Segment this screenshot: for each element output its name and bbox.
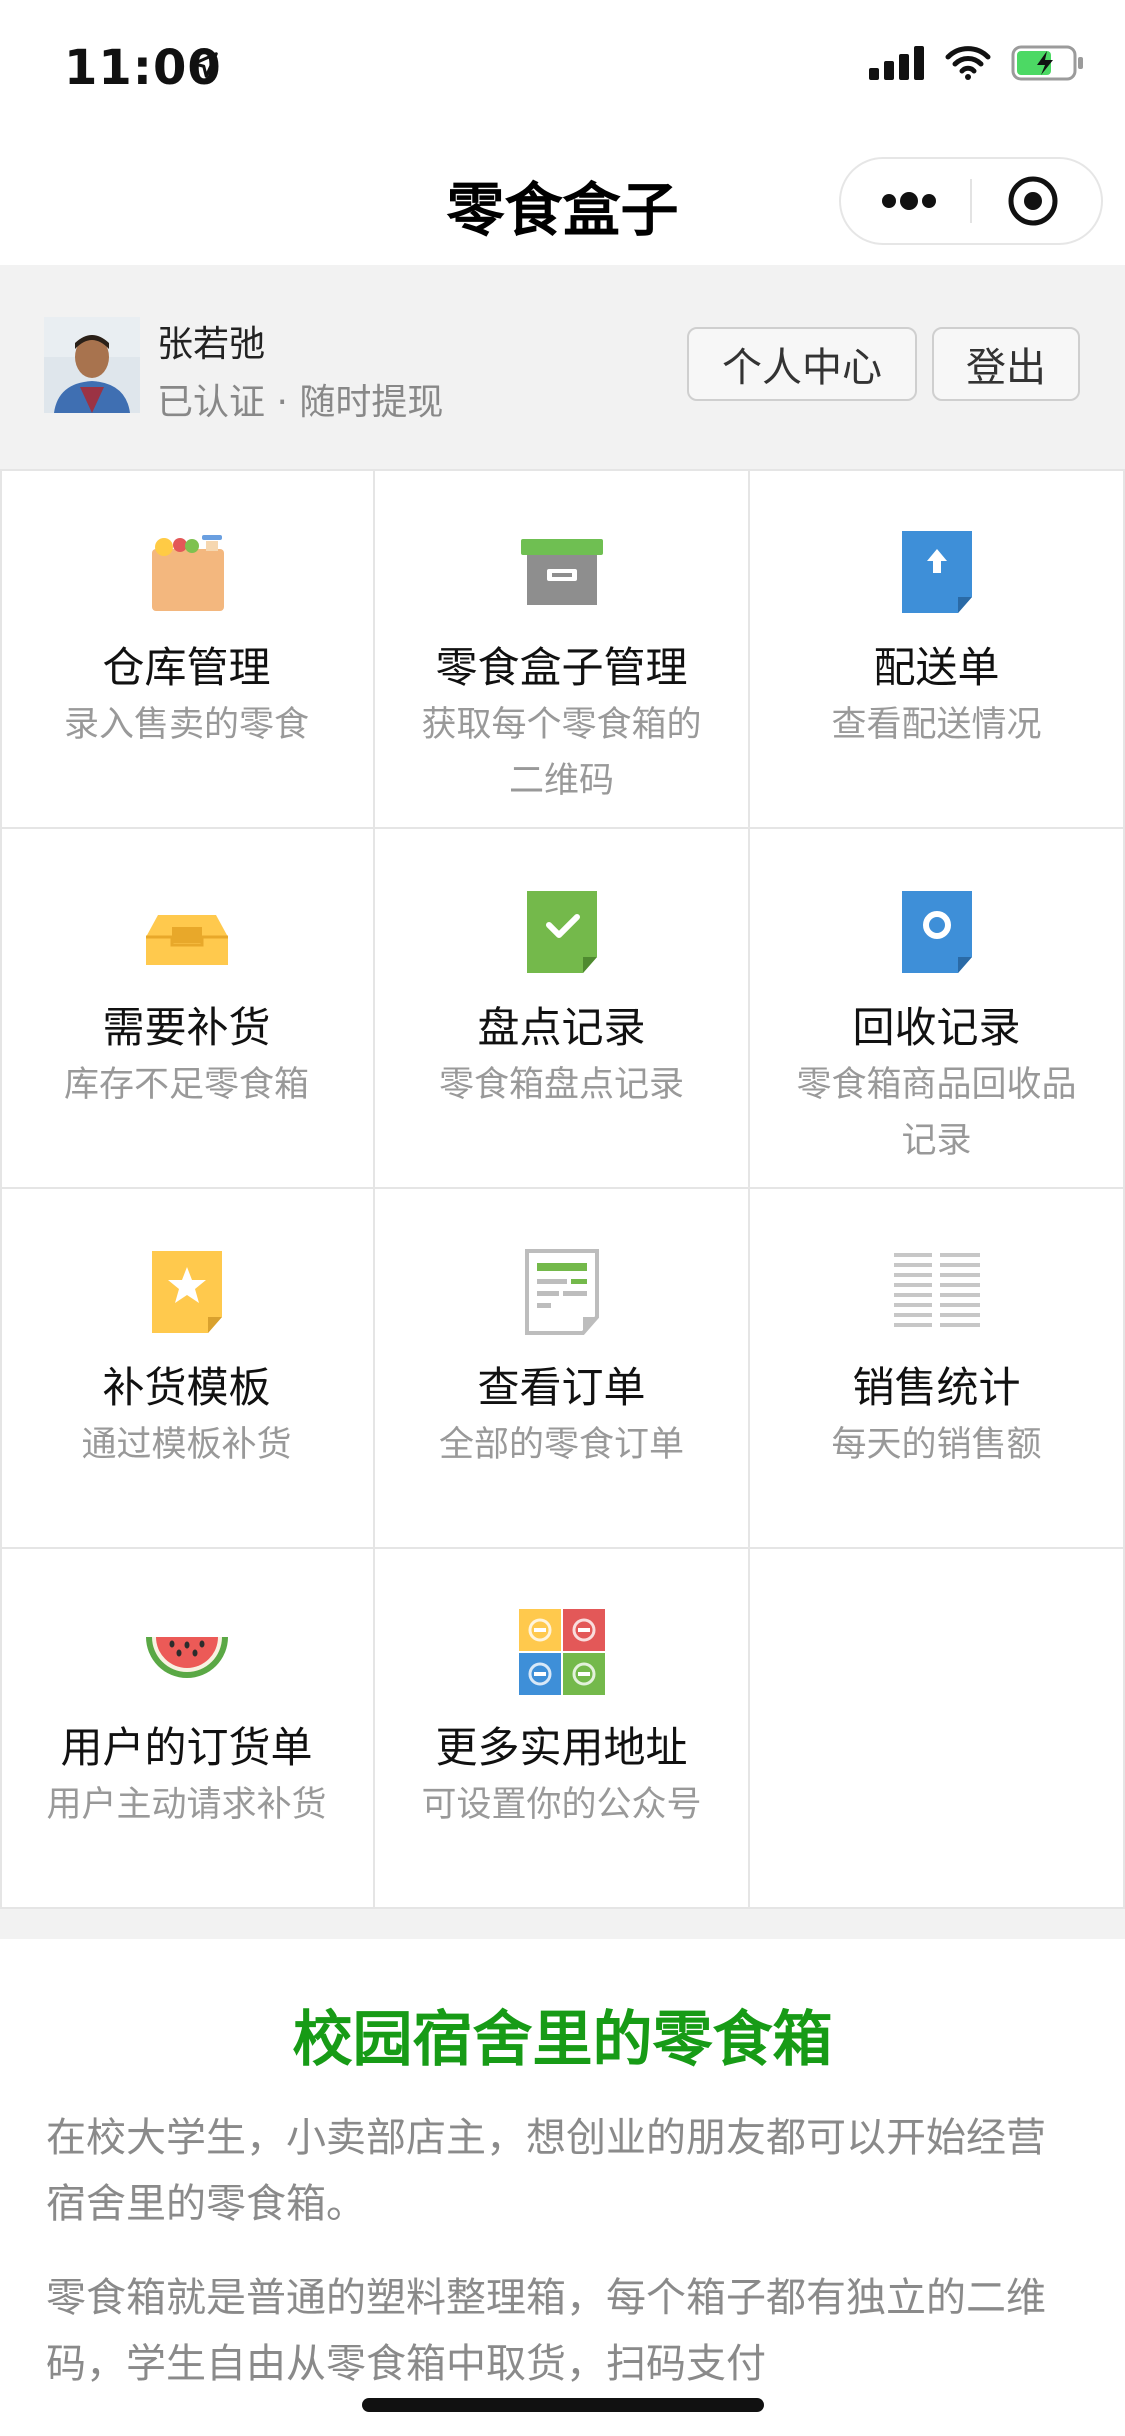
menu-desc: 获取每个零食箱的二维码 <box>421 705 702 801</box>
avatar-photo <box>44 317 140 413</box>
menu-item-restock-template[interactable]: 补货模板 通过模板补货 <box>0 1189 375 1549</box>
menu-desc: 库存不足零食箱 <box>63 1065 309 1105</box>
checklist-document-icon <box>526 891 597 973</box>
menu-empty-cell <box>750 1549 1125 1909</box>
user-header: 张若弛 已认证 · 随时提现 个人中心 登出 <box>0 265 1125 469</box>
storage-box-icon <box>520 539 603 605</box>
menu-title: 更多实用地址 <box>435 1723 688 1772</box>
menu-title: 需要补货 <box>102 1003 271 1052</box>
menu-title: 零食盒子管理 <box>435 643 688 692</box>
star-document-icon <box>151 1251 222 1333</box>
capsule-divider <box>970 179 972 223</box>
upload-document-icon <box>901 531 972 613</box>
menu-item-view-orders[interactable]: 查看订单 全部的零食订单 <box>375 1189 750 1549</box>
menu-desc: 用户主动请求补货 <box>46 1785 327 1825</box>
home-indicator[interactable] <box>362 2398 764 2412</box>
menu-title: 查看订单 <box>477 1363 646 1412</box>
more-dots-icon[interactable] <box>879 186 939 216</box>
logout-button[interactable]: 登出 <box>932 327 1080 401</box>
article-paragraph: 在校大学生，小卖部店主，想创业的朋友都可以开始经营宿舍里的零食箱。 <box>46 2115 1046 2227</box>
inbox-tray-icon <box>145 915 228 965</box>
user-status: 已认证 · 随时提现 <box>157 382 444 423</box>
menu-item-snack-box-management[interactable]: 零食盒子管理 获取每个零食箱的二维码 <box>375 469 750 829</box>
menu-desc: 零食箱商品回收品记录 <box>796 1065 1077 1161</box>
navigation-bar: 零食盒子 <box>0 135 1125 265</box>
menu-desc: 每天的销售额 <box>831 1425 1042 1465</box>
menu-item-user-orders[interactable]: 用户的订货单 用户主动请求补货 <box>0 1549 375 1909</box>
menu-grid: 仓库管理 录入售卖的零食 零食盒子管理 获取每个零食箱的二维码 配送单 查看配送… <box>0 469 1125 1909</box>
personal-center-button[interactable]: 个人中心 <box>687 327 917 401</box>
location-arrow-icon <box>192 52 218 78</box>
menu-item-restock-needed[interactable]: 需要补货 库存不足零食箱 <box>0 829 375 1189</box>
menu-desc: 查看配送情况 <box>831 705 1042 745</box>
menu-title: 补货模板 <box>102 1363 271 1412</box>
intro-article: 校园宿舍里的零食箱 在校大学生，小卖部店主，想创业的朋友都可以开始经营宿舍里的零… <box>0 1939 1125 2436</box>
mini-program-capsule <box>839 157 1103 245</box>
watermelon-icon <box>145 1637 228 1678</box>
menu-title: 配送单 <box>873 643 1000 692</box>
status-indicators <box>869 45 1085 81</box>
menu-desc: 全部的零食订单 <box>438 1425 684 1465</box>
menu-desc: 零食箱盘点记录 <box>438 1065 684 1105</box>
avatar[interactable] <box>44 317 140 413</box>
receipt-icon <box>524 1249 599 1335</box>
article-paragraph: 零食箱就是普通的塑料整理箱，每个箱子都有独立的二维码，学生自由从零食箱中取货，扫… <box>46 2275 1046 2387</box>
menu-item-delivery-list[interactable]: 配送单 查看配送情况 <box>750 469 1125 829</box>
menu-item-more-links[interactable]: 更多实用地址 可设置你的公众号 <box>375 1549 750 1909</box>
menu-item-sales-stats[interactable]: 销售统计 每天的销售额 <box>750 1189 1125 1549</box>
status-bar: 11:00 <box>0 0 1125 135</box>
stats-list-icon <box>893 1253 980 1327</box>
menu-desc: 可设置你的公众号 <box>421 1785 702 1825</box>
menu-desc: 录入售卖的零食 <box>63 705 309 745</box>
menu-title: 仓库管理 <box>102 643 271 692</box>
section-divider <box>0 1909 1125 1939</box>
menu-desc: 通过模板补货 <box>81 1425 292 1465</box>
menu-item-recycle-records[interactable]: 回收记录 零食箱商品回收品记录 <box>750 829 1125 1189</box>
shopping-bag-icon <box>151 535 224 611</box>
menu-title: 回收记录 <box>852 1003 1021 1052</box>
recycle-document-icon <box>901 891 972 973</box>
battery-charging-icon <box>1011 45 1083 81</box>
signal-icon <box>869 46 924 80</box>
color-grid-icon <box>518 1609 605 1695</box>
article-title: 校园宿舍里的零食箱 <box>292 2005 833 2075</box>
wifi-icon <box>945 46 991 80</box>
close-target-icon[interactable] <box>1007 175 1059 227</box>
menu-title: 用户的订货单 <box>60 1723 313 1772</box>
menu-title: 销售统计 <box>852 1363 1021 1412</box>
user-name: 张若弛 <box>157 324 266 365</box>
menu-item-inventory-check[interactable]: 盘点记录 零食箱盘点记录 <box>375 829 750 1189</box>
menu-item-warehouse[interactable]: 仓库管理 录入售卖的零食 <box>0 469 375 829</box>
menu-title: 盘点记录 <box>477 1003 646 1052</box>
